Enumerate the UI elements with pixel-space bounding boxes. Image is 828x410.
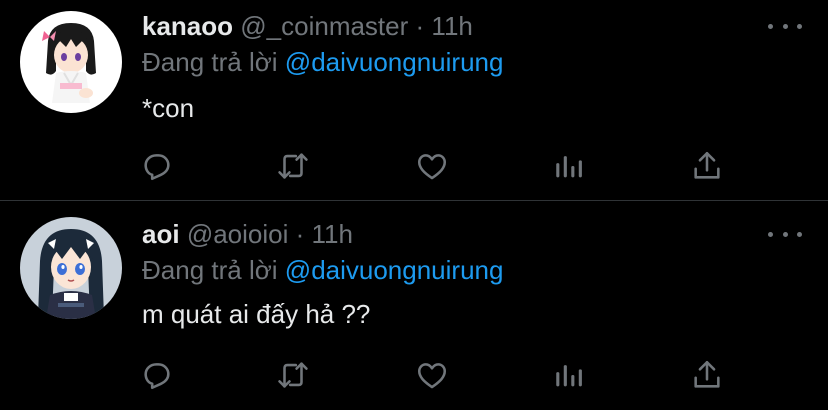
tweet[interactable]: aoi @aoioioi · 11h Đang trả lời @daivuon… — [0, 0, 828, 410]
dot — [782, 231, 788, 237]
display-name[interactable]: aoi — [142, 219, 180, 249]
retweet-icon — [278, 362, 308, 388]
share-button[interactable] — [690, 358, 724, 392]
reply-button[interactable] — [140, 358, 174, 392]
reply-mention-link[interactable]: @daivuongnuirung — [285, 255, 504, 285]
tweet-header: aoi @aoioioi · 11h — [142, 218, 353, 250]
timestamp[interactable]: 11h — [312, 219, 353, 249]
replying-to: Đang trả lời @daivuongnuirung — [142, 254, 503, 286]
separator: · — [295, 219, 305, 249]
dot — [797, 231, 802, 237]
analytics-button[interactable] — [552, 358, 586, 392]
retweet-button[interactable] — [276, 358, 310, 392]
like-icon — [417, 363, 447, 389]
reply-prefix: Đang trả lời — [142, 255, 278, 285]
analytics-icon — [556, 365, 582, 387]
tweet-text: m quát ai đấy hả ?? — [142, 299, 371, 329]
share-icon — [694, 360, 720, 388]
user-handle[interactable]: @aoioioi — [187, 219, 289, 249]
like-button[interactable] — [415, 358, 449, 392]
more-options-icon[interactable] — [768, 224, 802, 244]
avatar[interactable] — [20, 217, 122, 319]
dot — [768, 231, 773, 237]
reply-icon — [144, 363, 170, 390]
